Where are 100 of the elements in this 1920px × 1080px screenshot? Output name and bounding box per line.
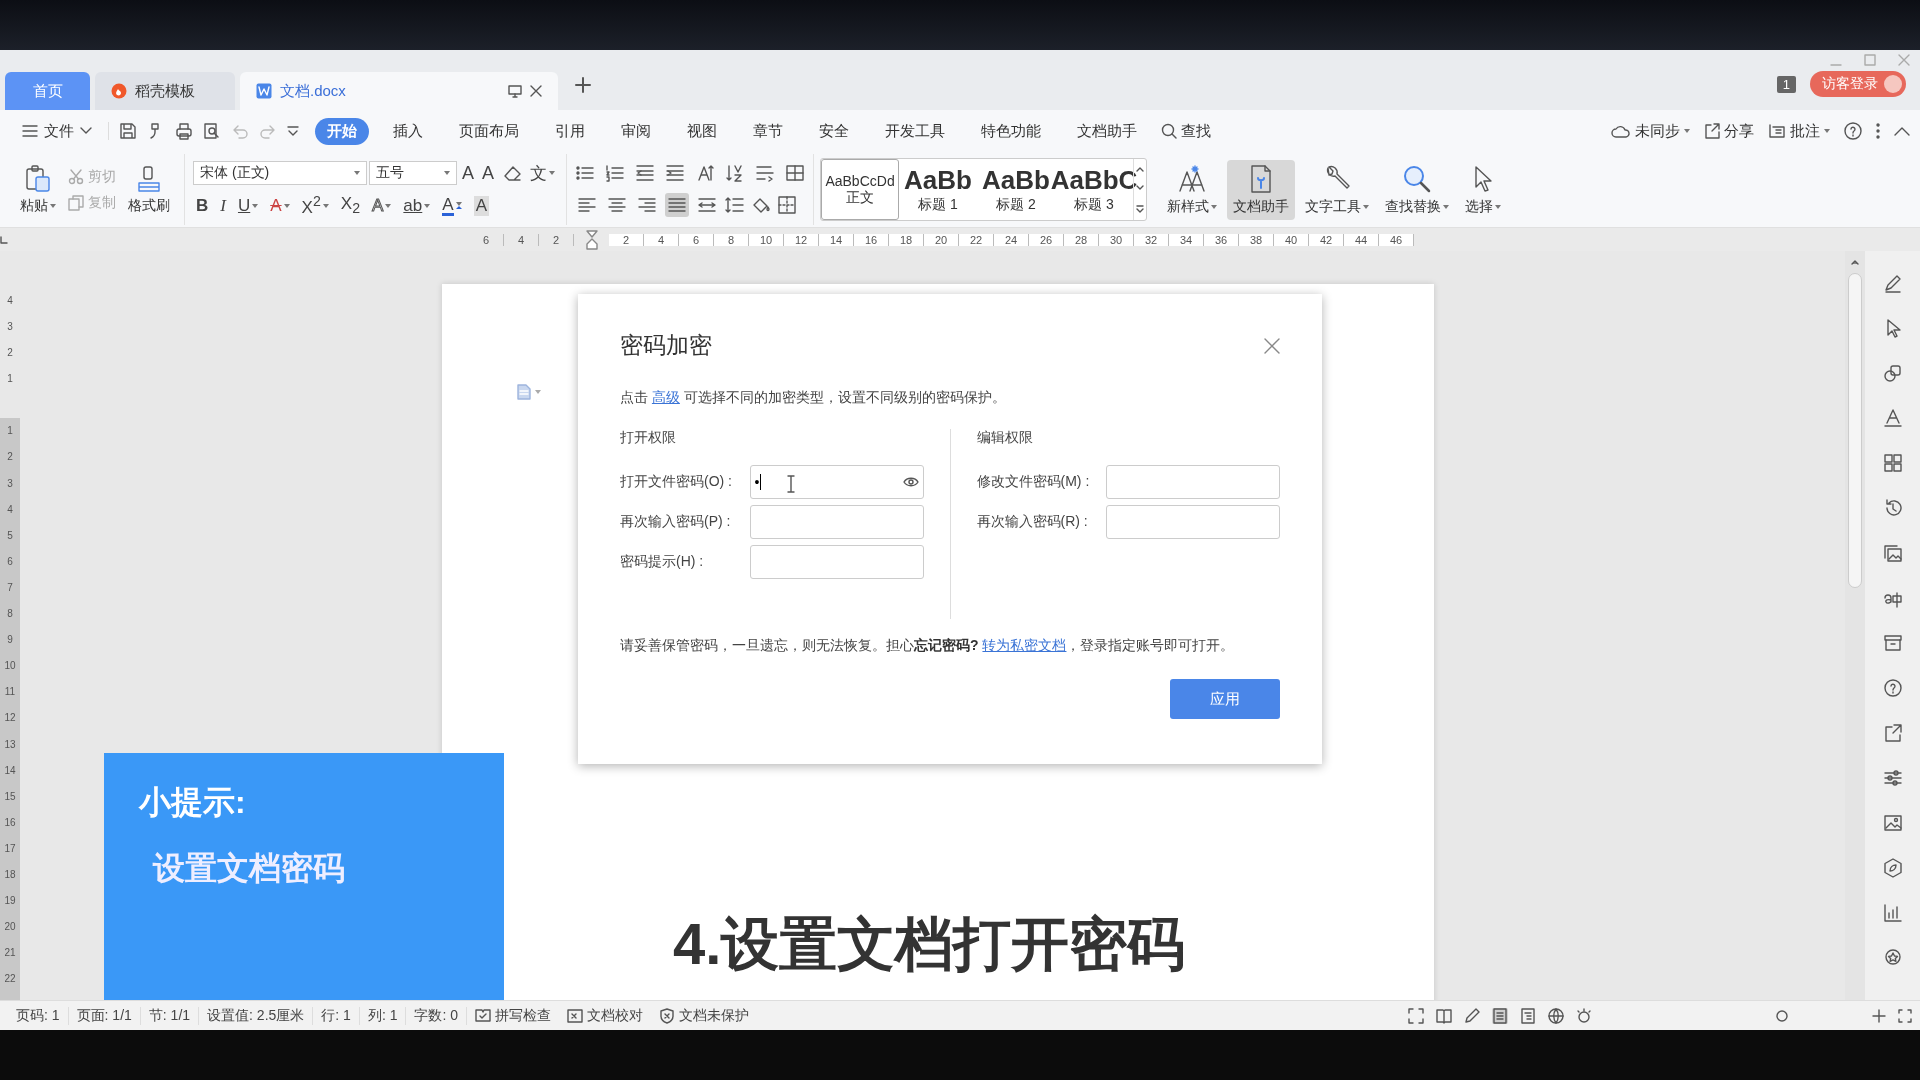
scroll-down-icon[interactable] — [1136, 185, 1145, 192]
ribbon-tab[interactable]: 开始 — [315, 117, 369, 145]
file-menu[interactable]: 文件 — [16, 117, 98, 145]
globe-icon[interactable] — [1548, 1007, 1564, 1024]
image-icon[interactable] — [1882, 813, 1903, 833]
indent-marker-icon[interactable] — [585, 229, 598, 250]
style-option[interactable]: AaBb 标题 1 — [899, 159, 978, 220]
ribbon-tab[interactable]: 特色功能 — [969, 117, 1053, 145]
text-effect-icon[interactable] — [1882, 408, 1903, 428]
ribbon-tab[interactable]: 插入 — [381, 117, 435, 145]
close-icon[interactable] — [1264, 337, 1280, 354]
gallery-icon[interactable] — [1882, 543, 1903, 563]
format-button[interactable]: 文 — [527, 160, 559, 187]
bar-chart-icon[interactable] — [1882, 903, 1903, 923]
format-button[interactable]: A — [369, 192, 395, 219]
sync-button[interactable]: 未同步 — [1611, 121, 1690, 141]
monitor-icon[interactable] — [508, 84, 522, 98]
fullscreen-icon[interactable] — [1408, 1007, 1424, 1024]
text-direction-icon[interactable] — [695, 162, 716, 183]
share-button[interactable]: 分享 — [1704, 121, 1754, 141]
eye-icon[interactable] — [902, 476, 919, 488]
border-icon[interactable] — [777, 194, 798, 215]
apps-icon[interactable] — [1882, 453, 1903, 473]
table-icon[interactable] — [785, 162, 806, 183]
help-icon[interactable] — [1882, 678, 1903, 698]
ribbon-tab[interactable]: 章节 — [741, 117, 795, 145]
fit-window-icon[interactable] — [1898, 1008, 1912, 1023]
archive-icon[interactable] — [1882, 633, 1903, 653]
decrease-indent-icon[interactable] — [635, 162, 656, 183]
status-button[interactable]: 文档未保护 — [651, 1006, 758, 1025]
scroll-up-icon[interactable] — [1851, 259, 1859, 265]
save-icon[interactable] — [119, 122, 137, 140]
font-size-select[interactable]: 五号 — [369, 161, 457, 186]
share-icon[interactable] — [1882, 723, 1903, 743]
print-preview-icon[interactable] — [203, 122, 221, 140]
format-button[interactable]: X$_{2}$ — [337, 192, 363, 219]
tab[interactable]: 稻壳模板 — [95, 72, 235, 110]
sliders-icon[interactable] — [1882, 768, 1903, 788]
format-button[interactable]: U — [234, 192, 262, 219]
more-icon[interactable] — [1876, 123, 1880, 139]
private-document-link[interactable]: 转为私密文档 — [982, 637, 1067, 653]
ribbon-tab[interactable]: 引用 — [543, 117, 597, 145]
tab-stop-icon[interactable] — [0, 235, 8, 244]
scroll-up-icon[interactable] — [1136, 165, 1145, 172]
ribbon-tab[interactable]: 页面布局 — [447, 117, 531, 145]
close-icon[interactable] — [530, 85, 542, 97]
tool-button[interactable]: 文档助手 — [1227, 159, 1296, 220]
format-button[interactable]: X$^{2}$ — [298, 192, 332, 219]
ribbon-tab[interactable]: 文档助手 — [1065, 117, 1149, 145]
format-button[interactable]: ab — [400, 192, 434, 219]
pen-icon[interactable] — [1464, 1007, 1480, 1024]
comment-button[interactable]: 批注 — [1768, 121, 1830, 141]
format-painter-button[interactable]: 格式刷 — [122, 160, 176, 219]
format-button[interactable]: A — [267, 192, 293, 219]
paste-button[interactable]: 粘贴 — [14, 160, 62, 219]
eye-care-icon[interactable] — [1576, 1007, 1592, 1024]
status-button[interactable]: 拼写检查 — [467, 1006, 560, 1025]
zoom-in-icon[interactable] — [1872, 1008, 1886, 1023]
numbered-list-icon[interactable] — [605, 162, 626, 183]
badge-icon[interactable] — [1882, 948, 1903, 968]
format-button[interactable]: A — [459, 160, 477, 187]
password-field[interactable] — [1106, 465, 1280, 499]
format-button[interactable]: I — [217, 192, 229, 219]
apply-button[interactable]: 应用 — [1170, 679, 1280, 719]
print-icon[interactable] — [175, 122, 193, 140]
zoom-handle-icon[interactable] — [1776, 1009, 1788, 1022]
increase-indent-icon[interactable] — [665, 162, 686, 183]
hexagon-leaf-icon[interactable] — [1882, 858, 1903, 878]
expand-icon[interactable] — [1136, 205, 1145, 214]
scrollbar-thumb[interactable] — [1848, 273, 1862, 588]
advanced-link[interactable]: 高级 — [651, 389, 680, 405]
password-field[interactable] — [749, 545, 924, 579]
ribbon-tab[interactable]: 视图 — [675, 117, 729, 145]
tool-button[interactable]: 选择 — [1459, 159, 1508, 220]
line-spacing-icon[interactable] — [725, 194, 746, 215]
tool-button[interactable]: 查找替换 — [1379, 159, 1456, 220]
new-tab-icon[interactable] — [575, 77, 591, 93]
password-field[interactable]: • — [749, 465, 924, 499]
font-name-select[interactable]: 宋体 (正文) — [193, 161, 367, 186]
collapse-icon[interactable] — [1894, 126, 1910, 136]
window-count[interactable]: 1 — [1776, 75, 1796, 93]
tab[interactable]: 文档.docx — [240, 72, 558, 110]
shapes-icon[interactable] — [1882, 363, 1903, 383]
ribbon-tab[interactable]: 开发工具 — [873, 117, 957, 145]
ribbon-tab[interactable]: 安全 — [807, 117, 861, 145]
password-field[interactable] — [1106, 505, 1280, 539]
status-button[interactable]: 文档校对 — [559, 1006, 652, 1025]
outline-view-icon[interactable] — [1520, 1007, 1536, 1024]
tool-button[interactable]: 新样式 — [1161, 159, 1224, 220]
search-button[interactable]: 查找 — [1161, 121, 1211, 141]
help-icon[interactable] — [1844, 122, 1862, 140]
page-view-icon[interactable] — [1492, 1007, 1508, 1024]
style-option[interactable]: AaBbCcDd 正文 — [821, 159, 900, 220]
book-icon[interactable] — [1436, 1007, 1452, 1024]
align-button[interactable] — [665, 192, 690, 217]
customize-icon[interactable] — [287, 125, 299, 137]
pen-icon[interactable] — [1882, 273, 1903, 293]
format-button[interactable]: A — [439, 192, 465, 219]
format-button[interactable]: A — [479, 160, 498, 187]
password-field[interactable] — [749, 505, 924, 539]
